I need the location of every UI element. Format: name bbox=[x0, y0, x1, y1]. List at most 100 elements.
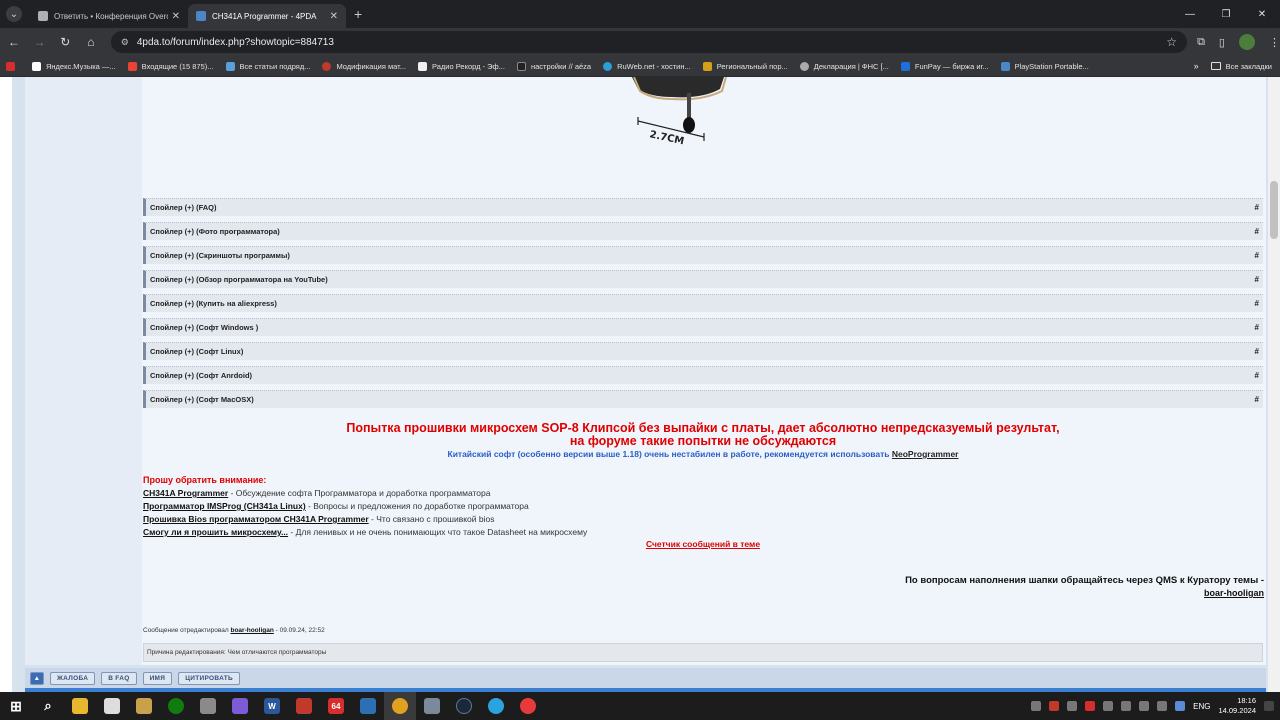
quote-button[interactable]: ЦИТИРОВАТЬ bbox=[178, 671, 240, 685]
bookmark-item[interactable]: PlayStation Portable... bbox=[1000, 61, 1089, 71]
spoiler-windows[interactable]: Спойлер (+) (Софт Windows ) # bbox=[143, 318, 1263, 336]
spoiler-anchor[interactable]: # bbox=[1255, 347, 1259, 356]
search-button[interactable]: ⌕ bbox=[32, 692, 64, 720]
close-window-icon[interactable]: ✕ bbox=[1244, 0, 1280, 28]
taskbar-app[interactable] bbox=[448, 692, 480, 720]
spoiler-anchor[interactable]: # bbox=[1255, 275, 1259, 284]
url-text[interactable]: 4pda.to/forum/index.php?showtopic=884713 bbox=[137, 37, 1166, 48]
forward-icon[interactable]: → bbox=[28, 30, 52, 54]
volume-icon[interactable] bbox=[1157, 701, 1168, 711]
scroll-up-button[interactable]: ▲ bbox=[30, 671, 44, 685]
spoiler-anchor[interactable]: # bbox=[1255, 371, 1259, 380]
tray-app-icon[interactable] bbox=[1031, 701, 1042, 711]
notifications-icon[interactable] bbox=[1264, 701, 1274, 711]
spoiler-anchor[interactable]: # bbox=[1255, 203, 1259, 212]
taskbar-app-active[interactable] bbox=[384, 692, 416, 720]
tray-app-icon[interactable] bbox=[1067, 701, 1078, 711]
spoiler-linux[interactable]: Спойлер (+) (Софт Linux) # bbox=[143, 342, 1263, 360]
bookmark-item[interactable]: Декларация | ФНС [... bbox=[799, 61, 889, 71]
spoiler-android[interactable]: Спойлер (+) (Софт Anrdoid) # bbox=[143, 366, 1263, 384]
bookmark-item[interactable]: Региональный пор... bbox=[702, 61, 788, 71]
taskbar-app[interactable] bbox=[288, 692, 320, 720]
bookmark-star-icon[interactable]: ☆ bbox=[1166, 35, 1177, 49]
home-icon[interactable]: ⌂ bbox=[79, 30, 103, 54]
taskbar-app[interactable] bbox=[96, 692, 128, 720]
profile-avatar[interactable] bbox=[1238, 34, 1255, 50]
spoiler-youtube[interactable]: Спойлер (+) (Обзор программатора на YouT… bbox=[143, 270, 1263, 288]
extensions-icon[interactable]: ⧉ bbox=[1197, 36, 1205, 49]
back-icon[interactable]: ← bbox=[2, 30, 26, 54]
spoiler-anchor[interactable]: # bbox=[1255, 299, 1259, 308]
message-counter-link[interactable]: Счетчик сообщений в теме bbox=[142, 539, 1264, 549]
tab-overclockers[interactable]: Ответить • Конференция Overclockers.ru ✕ bbox=[30, 4, 188, 28]
tray-app-icon[interactable] bbox=[1103, 701, 1114, 711]
taskbar-app[interactable] bbox=[512, 692, 544, 720]
tab-search-button[interactable]: ⌄ bbox=[6, 6, 22, 22]
taskbar-app[interactable] bbox=[480, 692, 512, 720]
taskbar-app[interactable] bbox=[352, 692, 384, 720]
new-tab-icon[interactable]: + bbox=[354, 6, 362, 22]
scrollbar-thumb[interactable] bbox=[1270, 181, 1278, 239]
taskbar-app[interactable] bbox=[192, 692, 224, 720]
clock[interactable]: 18:16 14.09.2024 bbox=[1218, 696, 1256, 716]
taskbar-app[interactable] bbox=[128, 692, 160, 720]
spoiler-anchor[interactable]: # bbox=[1255, 251, 1259, 260]
spoiler-anchor[interactable]: # bbox=[1255, 227, 1259, 236]
bookmark-item[interactable]: Яндекс.Музыка —... bbox=[32, 61, 116, 71]
tray-app-icon[interactable] bbox=[1121, 701, 1132, 711]
site-info-icon[interactable]: ⚙ bbox=[121, 37, 129, 48]
taskbar-app[interactable] bbox=[160, 692, 192, 720]
close-icon[interactable]: ✕ bbox=[172, 11, 180, 22]
neoprogrammer-link[interactable]: NeoProgrammer bbox=[892, 449, 959, 459]
bookmark-item[interactable]: Все статьи подряд... bbox=[225, 61, 310, 71]
tray-app-icon[interactable] bbox=[1085, 701, 1096, 711]
start-button[interactable]: ⊞ bbox=[0, 692, 32, 720]
topic-link[interactable]: CH341A Programmer bbox=[143, 488, 228, 498]
attention-heading: Прошу обратить внимание: bbox=[143, 475, 267, 485]
topic-desc: - Обсуждение софта Программатора и дораб… bbox=[228, 488, 491, 498]
name-button[interactable]: ИМЯ bbox=[142, 671, 173, 685]
faq-button[interactable]: В FAQ bbox=[101, 671, 137, 685]
taskbar-app[interactable] bbox=[64, 692, 96, 720]
bookmark-item[interactable]: RuWeb.net - хостин... bbox=[603, 61, 691, 71]
bookmark-item[interactable]: настройки // aéza bbox=[516, 61, 591, 71]
topic-link[interactable]: Программатор IMSProg (CH341a Linux) bbox=[143, 501, 306, 511]
tab-label: CH341A Programmer - 4PDA bbox=[212, 11, 317, 21]
bookmark-item[interactable]: FunPay — биржа иг... bbox=[900, 61, 989, 71]
bookmark-item[interactable]: Входящие (15 875)... bbox=[127, 61, 214, 71]
spoiler-screenshots[interactable]: Спойлер (+) (Скриншоты программы) # bbox=[143, 246, 1263, 264]
spoiler-anchor[interactable]: # bbox=[1255, 323, 1259, 332]
side-panel-icon[interactable]: ▯ bbox=[1219, 36, 1225, 49]
taskbar-app[interactable]: 64 bbox=[320, 692, 352, 720]
tray-app-icon[interactable] bbox=[1049, 701, 1060, 711]
spoiler-anchor[interactable]: # bbox=[1255, 395, 1259, 404]
spoiler-photo[interactable]: Спойлер (+) (Фото программатора) # bbox=[143, 222, 1263, 240]
bookmark-item[interactable]: Радио Рекорд - Эф... bbox=[418, 61, 505, 71]
topic-link[interactable]: Прошивка Bios программатором CH341A Prog… bbox=[143, 514, 369, 524]
curator-link[interactable]: boar-hooligan bbox=[905, 587, 1264, 599]
bluetooth-icon[interactable] bbox=[1175, 701, 1186, 711]
minimize-icon[interactable]: — bbox=[1172, 0, 1208, 28]
chevron-right-icon[interactable]: » bbox=[1194, 61, 1199, 71]
bookmark-item[interactable]: Модификация мат... bbox=[322, 61, 406, 71]
editor-link[interactable]: boar-hooligan bbox=[230, 627, 273, 634]
spoiler-aliexpress[interactable]: Спойлер (+) (Купить на aliexpress) # bbox=[143, 294, 1263, 312]
network-icon[interactable] bbox=[1139, 701, 1150, 711]
spoiler-macosx[interactable]: Спойлер (+) (Софт MacOSX) # bbox=[143, 390, 1263, 408]
taskbar-app[interactable]: W bbox=[256, 692, 288, 720]
report-button[interactable]: ЖАЛОБА bbox=[50, 671, 96, 685]
restore-icon[interactable]: ❐ bbox=[1208, 0, 1244, 28]
taskbar-app[interactable] bbox=[224, 692, 256, 720]
topic-link[interactable]: Смогу ли я прошить микросхему... bbox=[143, 527, 288, 537]
bookmark-item[interactable] bbox=[6, 61, 20, 71]
tab-4pda[interactable]: CH341A Programmer - 4PDA ✕ bbox=[188, 4, 346, 28]
menu-icon[interactable]: ⋮ bbox=[1269, 36, 1280, 49]
taskbar-app[interactable] bbox=[416, 692, 448, 720]
address-bar[interactable]: ⚙ 4pda.to/forum/index.php?showtopic=8847… bbox=[110, 31, 1188, 53]
reload-icon[interactable]: ↻ bbox=[53, 30, 77, 54]
all-bookmarks-button[interactable]: Все закладки bbox=[1210, 62, 1272, 71]
language-indicator[interactable]: ENG bbox=[1193, 702, 1210, 711]
close-icon[interactable]: ✕ bbox=[330, 11, 338, 22]
spoiler-faq[interactable]: Спойлер (+) (FAQ) # bbox=[143, 198, 1263, 216]
page-scrollbar[interactable] bbox=[1268, 77, 1280, 692]
